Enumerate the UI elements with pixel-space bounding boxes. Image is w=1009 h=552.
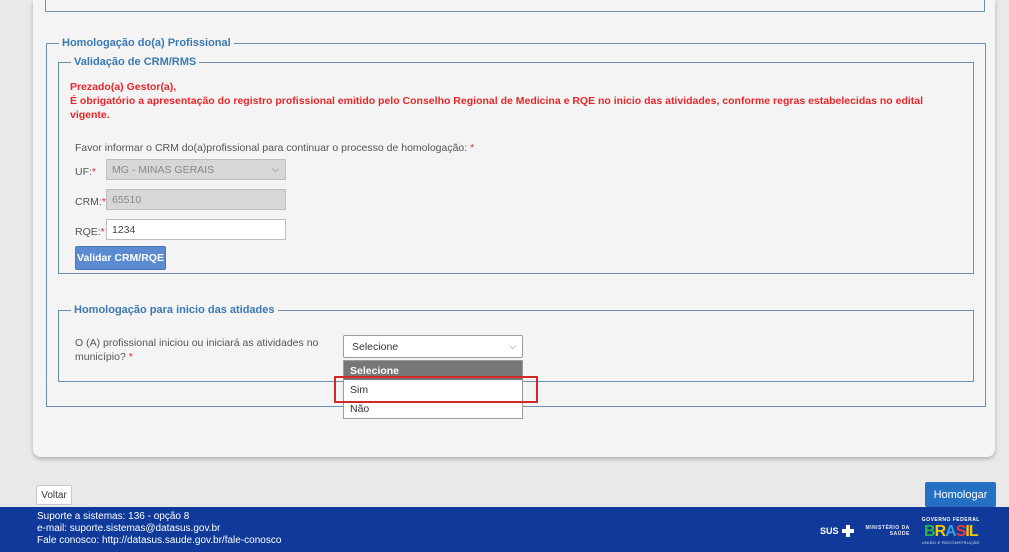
uf-select[interactable]: MG - MINAS GERAIS ⌵ [106,159,286,180]
crm-instruction: Favor informar o CRM do(a)profissional p… [75,142,475,154]
validar-crm-button[interactable]: Validar CRM/RQE [75,246,166,270]
rqe-input[interactable]: 1234 [106,219,286,240]
chevron-down-icon: ⌵ [272,164,279,174]
warning-text-end: vigente. [70,109,110,121]
warning-greeting: Prezado(a) Gestor(a), [70,81,177,93]
footer-phone: Suporte a sistemas: 136 - opção 8 [37,511,190,522]
homologar-button[interactable]: Homologar [925,482,996,507]
previous-section-box [45,0,985,12]
rqe-label: RQE:* [75,226,105,238]
footer-contact[interactable]: Fale conosco: http://datasus.saude.gov.b… [37,535,281,547]
section-crm-legend: Validação de CRM/RMS [74,56,197,68]
inicio-select[interactable]: Selecione ⌵ [343,335,523,358]
warning-text: É obrigatório a apresentação do registro… [70,95,924,107]
chevron-down-icon: ⌵ [509,341,516,351]
crm-input[interactable]: 65510 [106,189,286,210]
footer-email[interactable]: e-mail: suporte.sistemas@datasus.gov.br [37,523,281,535]
section-inicio-legend: Homologação para inicio das atidades [74,304,275,316]
uf-label: UF:* [75,166,97,178]
sus-cross-icon [841,524,854,537]
governo-federal-logo: GOVERNO FEDERAL BRASIL UNIÃO E RECONSTRU… [921,516,980,545]
footer-support-info: Suporte a sistemas: 136 - opção 8 e-mail… [37,511,281,547]
voltar-button[interactable]: Voltar [36,485,72,505]
crm-label: CRM:* [75,196,106,208]
section-outer-legend: Homologação do(a) Profissional [62,37,231,49]
highlight-box [334,376,538,403]
ministerio-saude-logo: MINISTÉRIO DA SAÚDE [865,524,910,537]
footer: Suporte a sistemas: 136 - opção 8 e-mail… [0,507,1009,552]
inicio-question: O (A) profissional iniciou ou iniciará a… [75,337,319,363]
sus-logo: SUS [820,524,854,537]
footer-logos: SUS MINISTÉRIO DA SAÚDE GOVERNO FEDERAL … [820,513,980,548]
